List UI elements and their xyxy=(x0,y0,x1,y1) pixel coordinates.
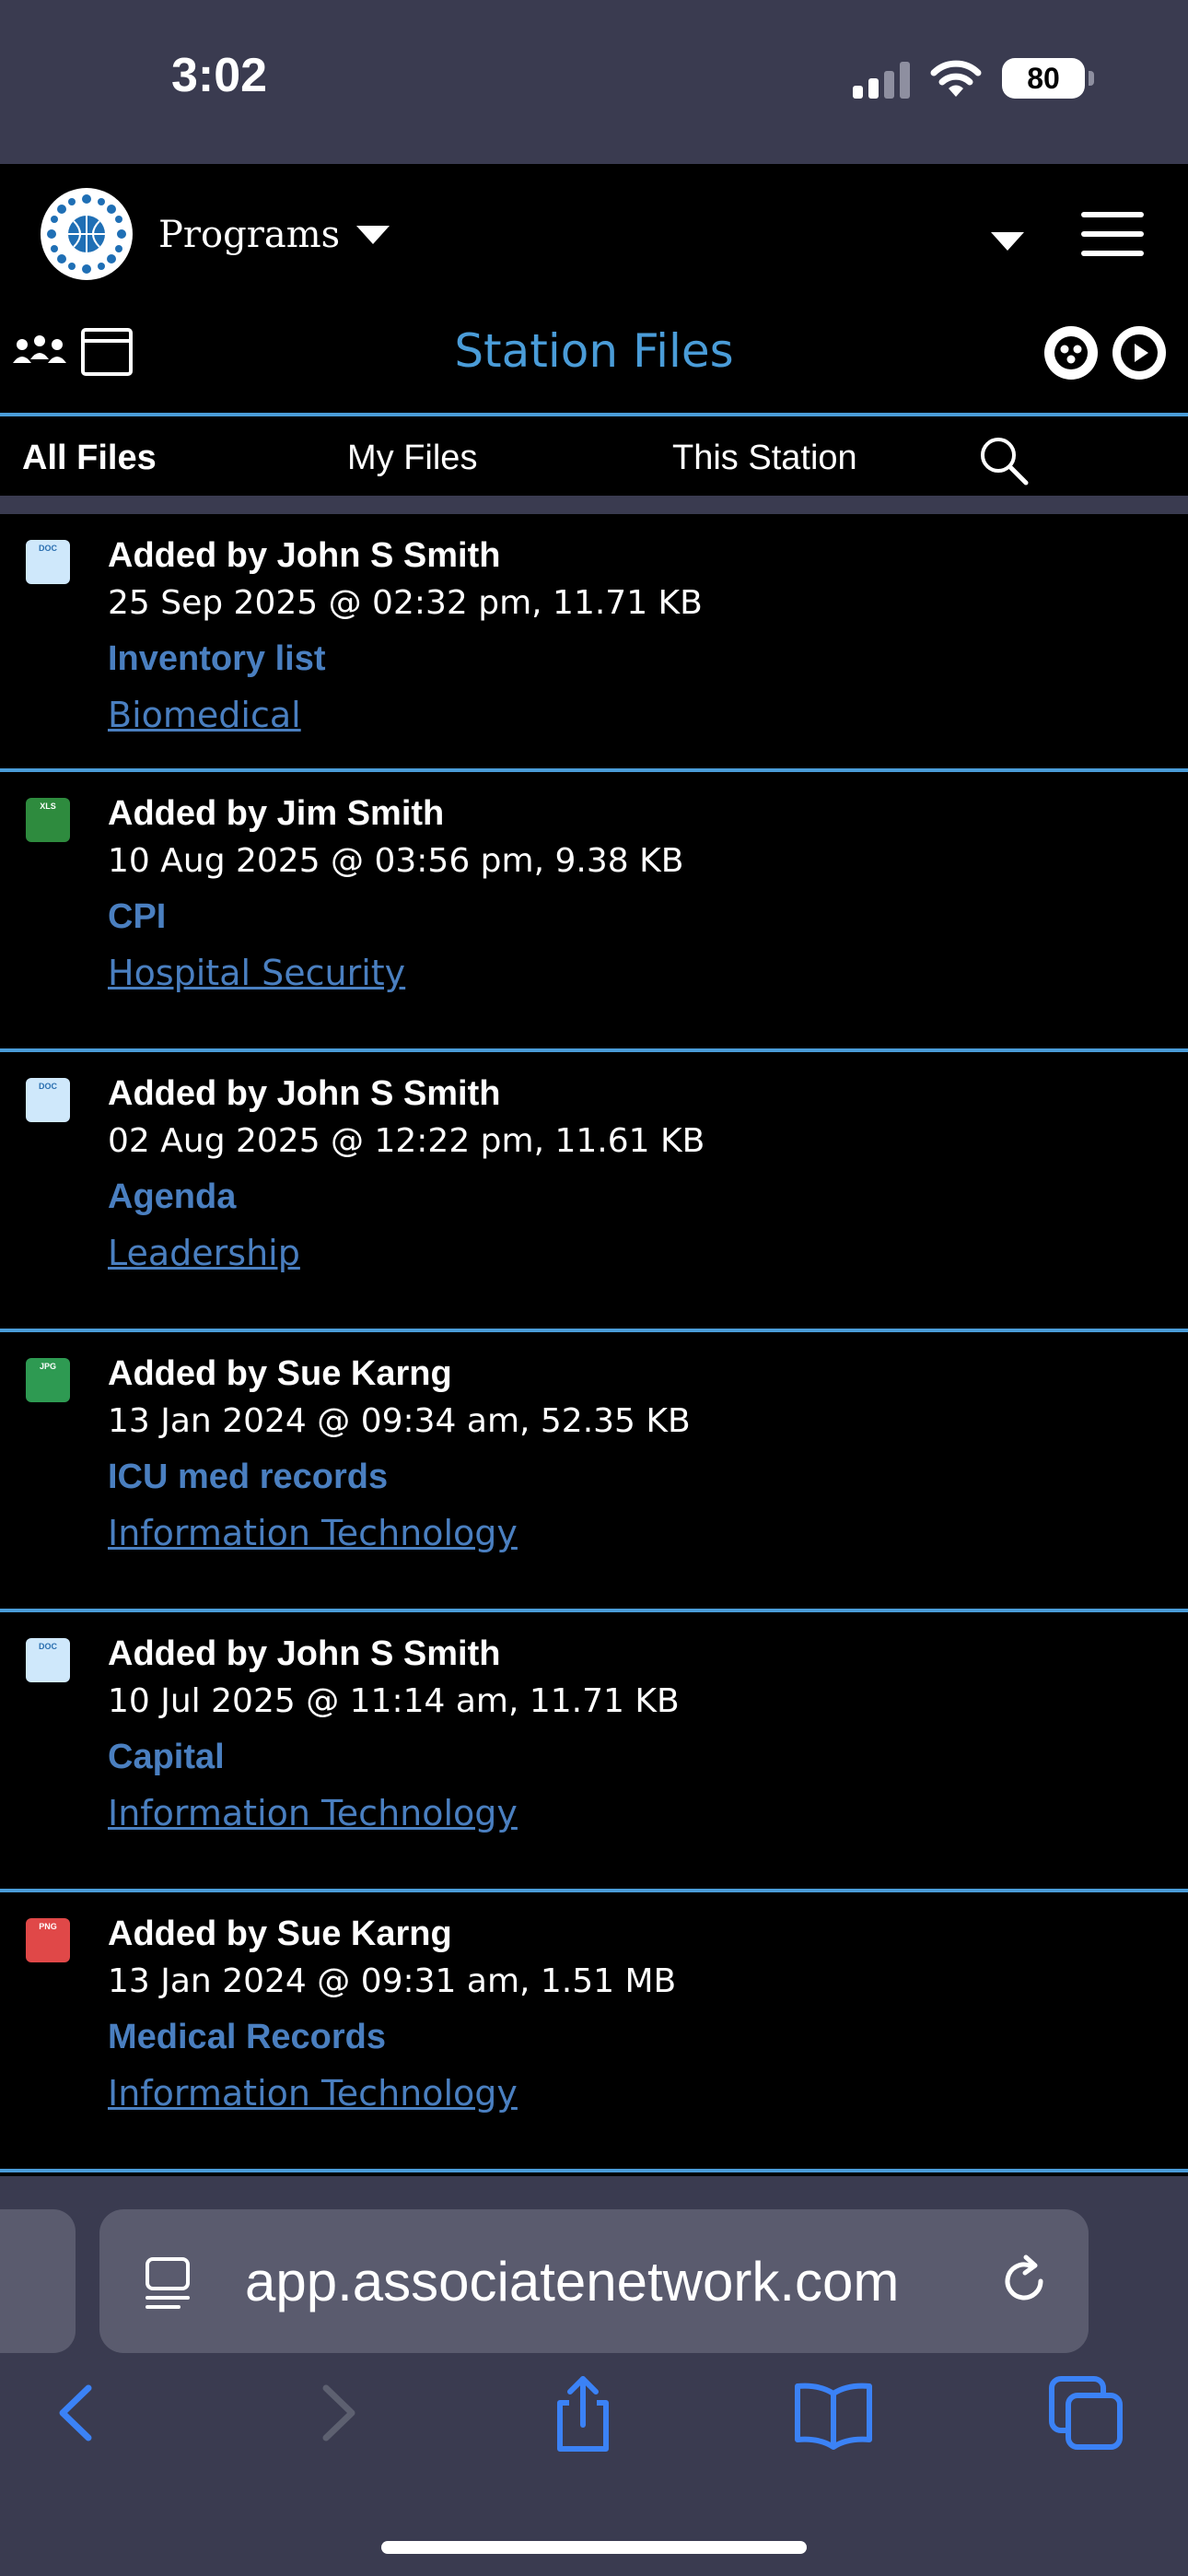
title-row: Station Files xyxy=(0,321,1188,413)
dots-icon[interactable] xyxy=(1044,326,1098,380)
share-icon[interactable] xyxy=(542,2371,624,2454)
file-added-by: Added by Jim Smith xyxy=(108,794,445,833)
file-type-label: DOC xyxy=(39,1082,57,1091)
previous-tab[interactable] xyxy=(0,2209,76,2353)
file-name-link[interactable]: Agenda xyxy=(108,1177,236,1217)
file-row[interactable]: XLS Added by Jim Smith 10 Aug 2025 @ 03:56… xyxy=(0,772,1188,1052)
file-name-link[interactable]: ICU med records xyxy=(108,1458,388,1497)
file-type-icon: DOC xyxy=(26,1078,70,1122)
file-type-icon: DOC xyxy=(26,1638,70,1682)
file-list: DOC Added by John S Smith 25 Sep 2025 @ 02… xyxy=(0,514,1188,2172)
file-type-icon: JPG xyxy=(26,1358,70,1402)
file-folder-link[interactable]: Biomedical xyxy=(108,695,301,735)
file-type-label: DOC xyxy=(39,544,57,553)
tab-all-files[interactable]: All Files xyxy=(22,439,157,478)
page-menu-icon[interactable] xyxy=(142,2255,193,2311)
file-type-label: JPG xyxy=(39,1362,56,1371)
file-folder-link[interactable]: Information Technology xyxy=(108,1513,518,1553)
search-icon[interactable] xyxy=(976,433,1031,488)
hamburger-icon[interactable] xyxy=(1081,212,1144,256)
back-icon[interactable] xyxy=(35,2371,118,2454)
file-meta: 25 Sep 2025 @ 02:32 pm, 11.71 KB xyxy=(108,584,703,622)
file-folder-link[interactable]: Information Technology xyxy=(108,1793,518,1833)
file-added-by: Added by John S Smith xyxy=(108,1634,501,1673)
file-type-label: XLS xyxy=(40,802,56,811)
programs-dropdown[interactable]: Programs xyxy=(158,214,390,256)
file-meta: 13 Jan 2024 @ 09:31 am, 1.51 MB xyxy=(108,1962,677,2000)
file-name-link[interactable]: Medical Records xyxy=(108,2018,386,2057)
app-header: Programs xyxy=(0,164,1188,321)
browser-chrome: app.associatenetwork.com xyxy=(0,2176,1188,2576)
wifi-icon xyxy=(930,60,982,97)
file-row[interactable]: JPG Added by Sue Karng 13 Jan 2024 @ 09:34… xyxy=(0,1332,1188,1612)
globe-people-icon[interactable] xyxy=(41,188,133,280)
file-added-by: Added by Sue Karng xyxy=(108,1354,452,1393)
file-type-label: DOC xyxy=(39,1642,57,1651)
programs-label: Programs xyxy=(158,214,341,256)
file-folder-link[interactable]: Information Technology xyxy=(108,2073,518,2113)
tab-this-station[interactable]: This Station xyxy=(672,439,857,478)
file-folder-link[interactable]: Leadership xyxy=(108,1233,300,1273)
address-bar[interactable]: app.associatenetwork.com xyxy=(99,2209,1089,2353)
file-folder-link[interactable]: Hospital Security xyxy=(108,953,405,993)
header-dropdown-icon[interactable] xyxy=(991,232,1024,251)
status-icons: 80 xyxy=(853,55,1094,101)
file-meta: 10 Jul 2025 @ 11:14 am, 11.71 KB xyxy=(108,1682,680,1720)
file-row[interactable]: PNG Added by Sue Karng 13 Jan 2024 @ 09:31… xyxy=(0,1892,1188,2172)
file-type-icon: DOC xyxy=(26,540,70,584)
file-type-icon: XLS xyxy=(26,798,70,842)
tabs-icon[interactable] xyxy=(1044,2371,1127,2454)
page-title: Station Files xyxy=(454,324,734,378)
forward-icon[interactable] xyxy=(297,2371,379,2454)
file-meta: 10 Aug 2025 @ 03:56 pm, 9.38 KB xyxy=(108,842,684,880)
file-name-link[interactable]: Inventory list xyxy=(108,639,326,679)
file-type-label: PNG xyxy=(39,1922,57,1931)
tab-my-files[interactable]: My Files xyxy=(347,439,477,478)
file-name-link[interactable]: Capital xyxy=(108,1738,225,1777)
tabs-divider xyxy=(0,496,1188,514)
file-row[interactable]: DOC Added by John S Smith 10 Jul 2025 @ 11… xyxy=(0,1612,1188,1892)
status-bar: 3:02 80 xyxy=(0,0,1188,164)
play-icon[interactable] xyxy=(1112,326,1166,380)
chevron-down-icon xyxy=(356,226,390,244)
file-meta: 13 Jan 2024 @ 09:34 am, 52.35 KB xyxy=(108,1402,691,1440)
bookmarks-icon[interactable] xyxy=(792,2371,875,2454)
file-added-by: Added by Sue Karng xyxy=(108,1914,452,1953)
battery-icon: 80 xyxy=(1002,58,1094,99)
file-meta: 02 Aug 2025 @ 12:22 pm, 11.61 KB xyxy=(108,1122,705,1160)
status-time: 3:02 xyxy=(171,49,268,102)
file-tabs: All Files My Files This Station xyxy=(0,416,1188,496)
cellular-signal-icon xyxy=(853,58,910,99)
reload-icon[interactable] xyxy=(995,2252,1054,2311)
url-text: app.associatenetwork.com xyxy=(245,2251,900,2313)
home-indicator xyxy=(381,2541,807,2554)
file-row[interactable]: DOC Added by John S Smith 02 Aug 2025 @ 12… xyxy=(0,1052,1188,1332)
file-name-link[interactable]: CPI xyxy=(108,897,166,937)
file-added-by: Added by John S Smith xyxy=(108,1074,501,1113)
file-added-by: Added by John S Smith xyxy=(108,536,501,575)
file-type-icon: PNG xyxy=(26,1918,70,1962)
file-row[interactable]: DOC Added by John S Smith 25 Sep 2025 @ 02… xyxy=(0,514,1188,772)
